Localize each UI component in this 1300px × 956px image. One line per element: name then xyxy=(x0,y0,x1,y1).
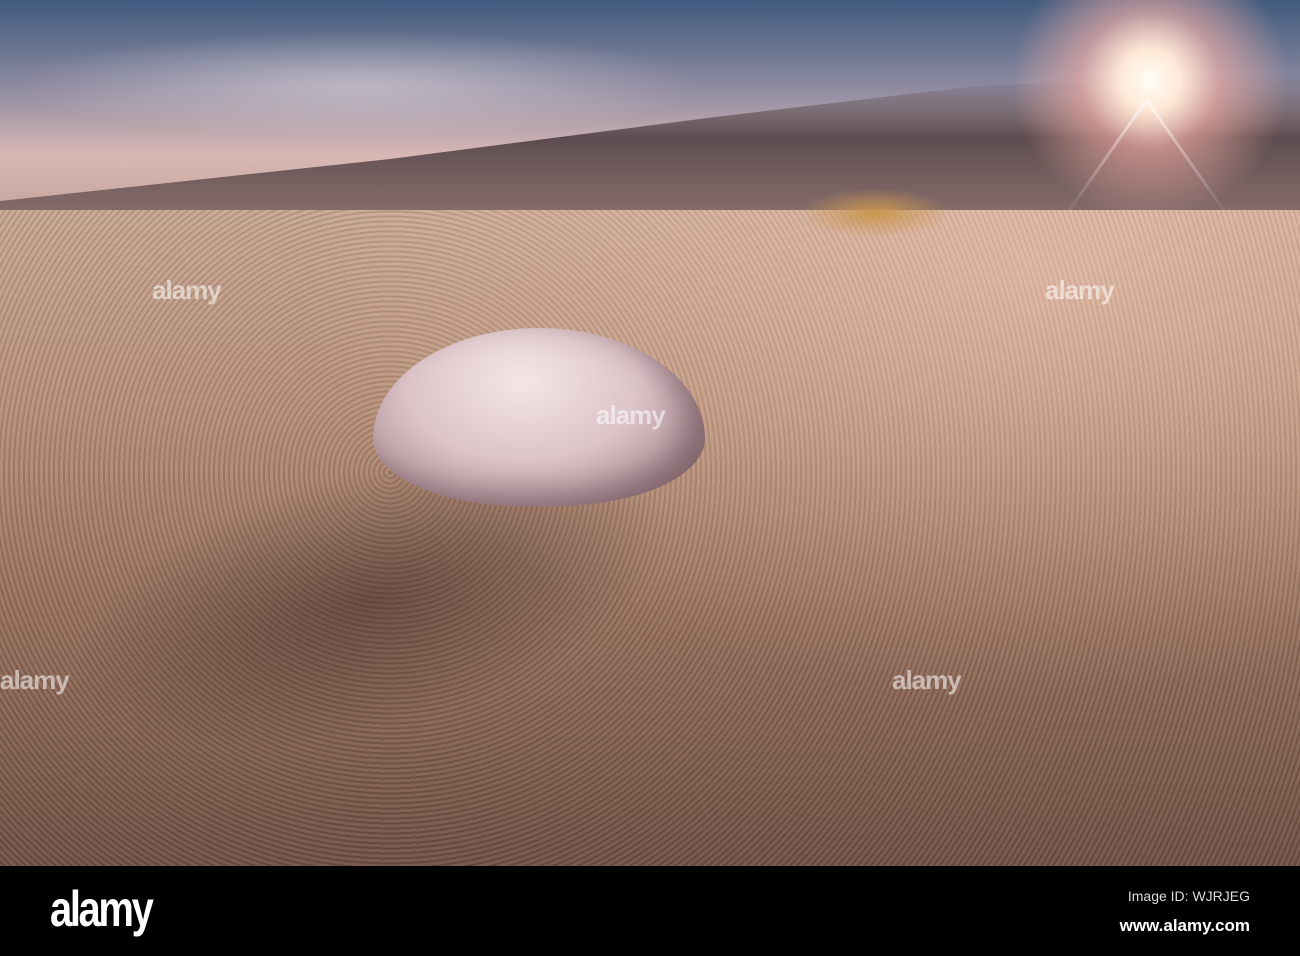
watermark: alamy xyxy=(892,665,962,695)
watermark: alamy xyxy=(0,665,70,695)
watermark: alamy xyxy=(1045,275,1115,305)
watermark: alamy xyxy=(596,400,666,430)
beach-shell-photo: alamy alamy alamy alamy alamy xyxy=(0,0,1300,866)
alamy-logo: alamy xyxy=(50,881,154,937)
seaweed-rock xyxy=(800,188,950,238)
website-link[interactable]: www.alamy.com xyxy=(1120,916,1250,936)
cloud xyxy=(10,30,710,140)
stock-photo-page: alamy alamy alamy alamy alamy alamy Imag… xyxy=(0,0,1300,956)
watermark: alamy xyxy=(152,275,222,305)
footer-bar: alamy Image ID: WJRJEG www.alamy.com xyxy=(0,866,1300,956)
image-id: Image ID: WJRJEG xyxy=(1127,888,1250,904)
